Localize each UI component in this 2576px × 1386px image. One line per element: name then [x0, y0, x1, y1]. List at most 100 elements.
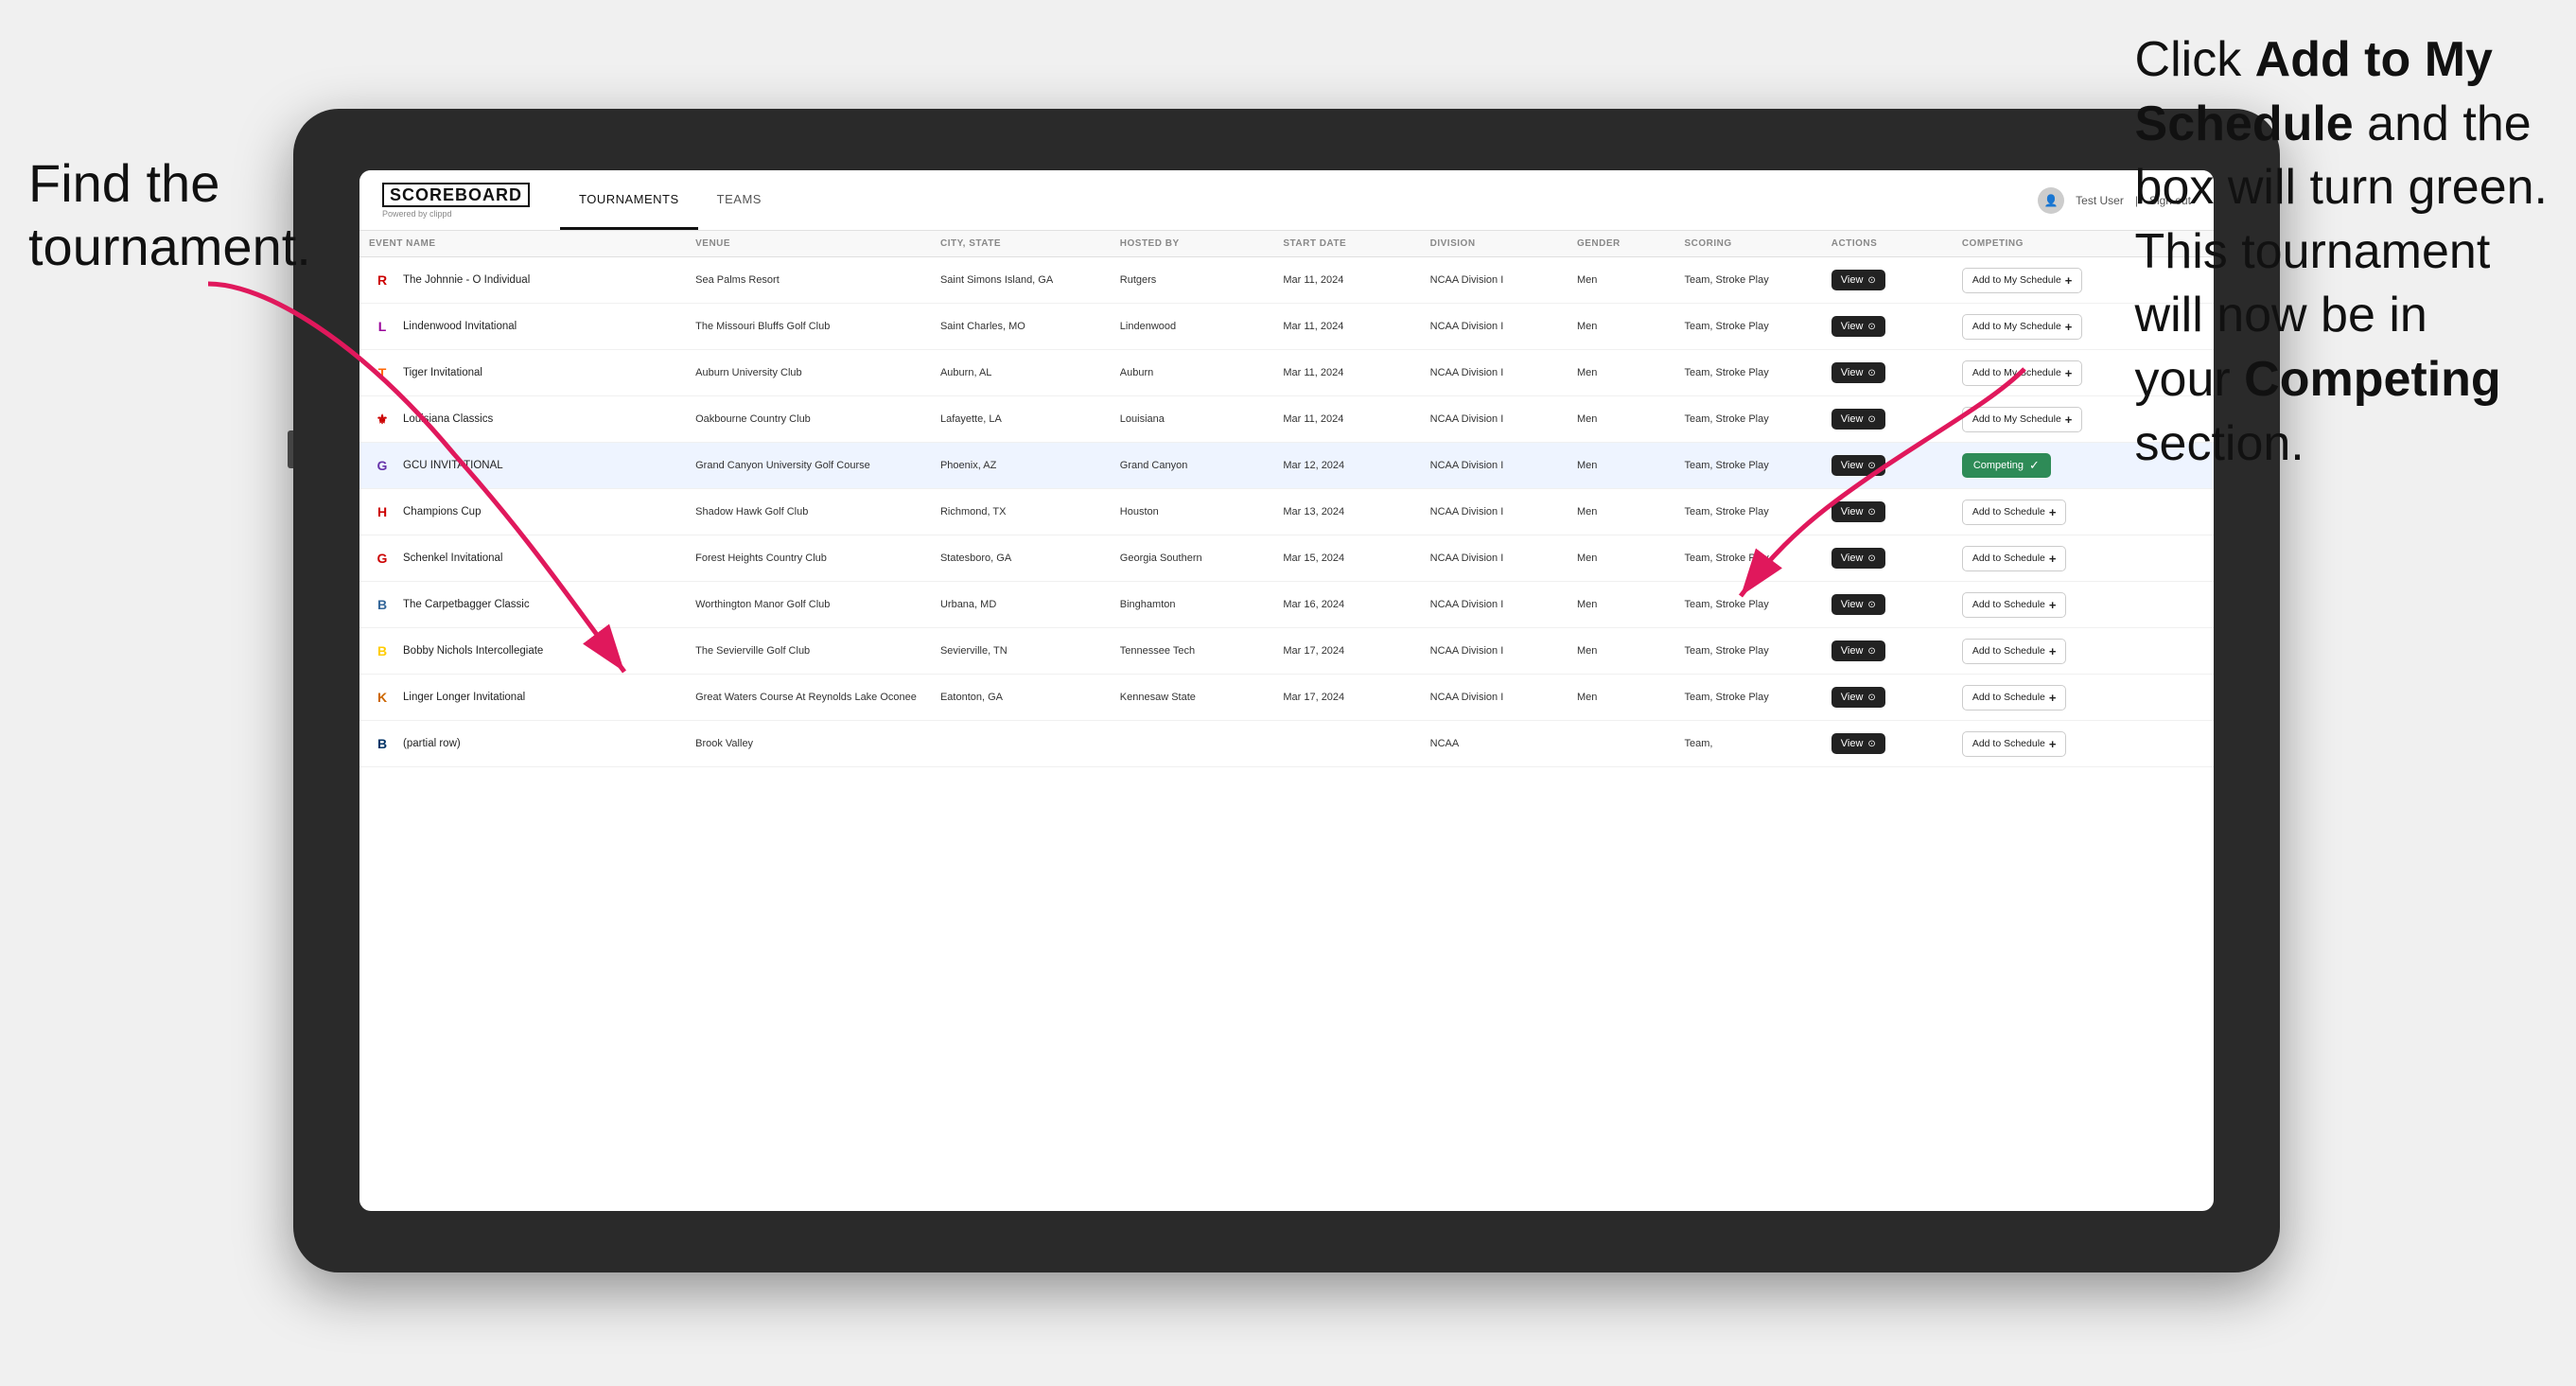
event-name: (partial row) [403, 738, 461, 749]
date-cell: Mar 11, 2024 [1273, 350, 1420, 396]
scoring-cell: Team, Stroke Play [1674, 257, 1821, 304]
view-button[interactable]: View ⊙ [1831, 316, 1885, 337]
scoring-cell: Team, Stroke Play [1674, 675, 1821, 721]
col-header-division: DIVISION [1421, 231, 1568, 257]
view-button[interactable]: View ⊙ [1831, 733, 1885, 754]
user-avatar: 👤 [2038, 187, 2064, 214]
add-schedule-label: Add to Schedule [1972, 692, 2045, 703]
annotation-bold-competing: Competing [2244, 352, 2501, 407]
annotation-right: Click Add to MySchedule and thebox will … [2135, 28, 2548, 476]
add-schedule-button[interactable]: Add to Schedule + [1962, 731, 2067, 757]
gender-cell: Men [1568, 304, 1675, 350]
division-cell: NCAA Division I [1421, 535, 1568, 582]
eye-icon: ⊙ [1867, 646, 1875, 657]
division-cell: NCAA Division I [1421, 257, 1568, 304]
action-cell: View ⊙ [1822, 257, 1953, 304]
hosted-cell: Auburn [1111, 350, 1274, 396]
division-cell: NCAA Division I [1421, 489, 1568, 535]
table-header-row: EVENT NAME VENUE CITY, STATE HOSTED BY S… [359, 231, 2214, 257]
scoring-cell: Team, Stroke Play [1674, 304, 1821, 350]
logo-sub: Powered by clippd [382, 209, 530, 219]
division-cell: NCAA Division I [1421, 443, 1568, 489]
venue-cell: Auburn University Club [686, 350, 931, 396]
competing-cell: Add to Schedule + [1953, 675, 2214, 721]
logo-text: SCOREBOARD [382, 183, 530, 207]
col-header-venue: VENUE [686, 231, 931, 257]
gender-cell: Men [1568, 443, 1675, 489]
col-header-event: EVENT NAME [359, 231, 686, 257]
hosted-cell: Tennessee Tech [1111, 628, 1274, 675]
eye-icon: ⊙ [1867, 322, 1875, 332]
add-schedule-button[interactable]: Add to Schedule + [1962, 639, 2067, 664]
date-cell: Mar 13, 2024 [1273, 489, 1420, 535]
arrow-left [170, 265, 662, 738]
competing-cell: Add to Schedule + [1953, 628, 2214, 675]
action-cell: View ⊙ [1822, 304, 1953, 350]
venue-cell: The Sevierville Golf Club [686, 628, 931, 675]
city-cell: Eatonton, GA [931, 675, 1111, 721]
add-schedule-label: Add to Schedule [1972, 738, 2045, 749]
col-header-city: CITY, STATE [931, 231, 1111, 257]
date-cell: Mar 16, 2024 [1273, 582, 1420, 628]
gender-cell: Men [1568, 257, 1675, 304]
city-cell: Urbana, MD [931, 582, 1111, 628]
view-label: View [1841, 274, 1864, 286]
col-header-actions: ACTIONS [1822, 231, 1953, 257]
venue-cell: The Missouri Bluffs Golf Club [686, 304, 931, 350]
user-name: Test User [2076, 194, 2124, 207]
division-cell: NCAA Division I [1421, 582, 1568, 628]
view-button[interactable]: View ⊙ [1831, 687, 1885, 708]
date-cell: Mar 11, 2024 [1273, 304, 1420, 350]
city-cell: Saint Charles, MO [931, 304, 1111, 350]
hosted-cell [1111, 721, 1274, 767]
city-cell: Phoenix, AZ [931, 443, 1111, 489]
venue-cell: Shadow Hawk Golf Club [686, 489, 931, 535]
hosted-cell: Rutgers [1111, 257, 1274, 304]
add-schedule-button[interactable]: Add to My Schedule + [1962, 268, 2083, 293]
hosted-cell: Houston [1111, 489, 1274, 535]
gender-cell: Men [1568, 350, 1675, 396]
gender-cell: Men [1568, 582, 1675, 628]
city-cell: Statesboro, GA [931, 535, 1111, 582]
date-cell: Mar 11, 2024 [1273, 396, 1420, 443]
app-header: SCOREBOARD Powered by clippd TOURNAMENTS… [359, 170, 2214, 231]
plus-icon: + [2065, 273, 2073, 288]
plus-icon: + [2049, 691, 2057, 705]
division-cell: NCAA [1421, 721, 1568, 767]
plus-icon: + [2065, 320, 2073, 334]
date-cell: Mar 17, 2024 [1273, 675, 1420, 721]
tab-tournaments[interactable]: TOURNAMENTS [560, 170, 698, 230]
col-header-gender: GENDER [1568, 231, 1675, 257]
hosted-cell: Lindenwood [1111, 304, 1274, 350]
date-cell [1273, 721, 1420, 767]
division-cell: NCAA Division I [1421, 675, 1568, 721]
view-button[interactable]: View ⊙ [1831, 270, 1885, 290]
action-cell: View ⊙ [1822, 675, 1953, 721]
division-cell: NCAA Division I [1421, 628, 1568, 675]
action-cell: View ⊙ [1822, 628, 1953, 675]
venue-cell: Sea Palms Resort [686, 257, 931, 304]
logo-area: SCOREBOARD Powered by clippd [382, 183, 530, 219]
city-cell: Auburn, AL [931, 350, 1111, 396]
gender-cell: Men [1568, 489, 1675, 535]
city-cell: Richmond, TX [931, 489, 1111, 535]
scoring-cell: Team, Stroke Play [1674, 628, 1821, 675]
venue-cell: Brook Valley [686, 721, 931, 767]
tab-teams[interactable]: TEAMS [698, 170, 780, 230]
add-schedule-button[interactable]: Add to My Schedule + [1962, 314, 2083, 340]
hosted-cell: Louisiana [1111, 396, 1274, 443]
view-button[interactable]: View ⊙ [1831, 640, 1885, 661]
eye-icon: ⊙ [1867, 739, 1875, 749]
gender-cell: Men [1568, 396, 1675, 443]
scoring-cell: Team, [1674, 721, 1821, 767]
city-cell [931, 721, 1111, 767]
view-label: View [1841, 645, 1864, 657]
col-header-date: START DATE [1273, 231, 1420, 257]
view-label: View [1841, 692, 1864, 703]
city-cell: Sevierville, TN [931, 628, 1111, 675]
add-schedule-button[interactable]: Add to Schedule + [1962, 685, 2067, 711]
gender-cell [1568, 721, 1675, 767]
date-cell: Mar 12, 2024 [1273, 443, 1420, 489]
plus-icon: + [2065, 366, 2073, 380]
plus-icon: + [2049, 737, 2057, 751]
